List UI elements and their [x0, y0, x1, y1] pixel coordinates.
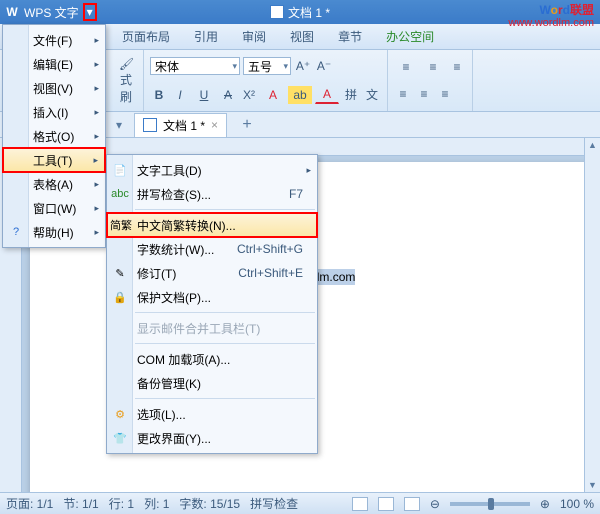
- watermark-url: www.wordlm.com: [508, 17, 594, 29]
- menu-help[interactable]: ?帮助(H)▸: [3, 220, 105, 244]
- tab-workspace[interactable]: 办公空间: [374, 24, 446, 49]
- close-tab-button[interactable]: ×: [211, 118, 218, 132]
- lock-icon: 🔒: [112, 289, 128, 305]
- ime-button[interactable]: 拼: [342, 86, 360, 104]
- font-color-button[interactable]: A: [315, 86, 339, 104]
- document-icon: [270, 5, 284, 19]
- menu-skin[interactable]: 👕更改界面(Y)...: [107, 426, 317, 450]
- tab-nav-button[interactable]: ▾: [110, 116, 128, 134]
- view-print-button[interactable]: [352, 497, 368, 511]
- help-icon: ?: [8, 224, 24, 240]
- zoom-level[interactable]: 100 %: [560, 497, 594, 511]
- document-title: 文档 1 *: [270, 4, 330, 21]
- status-col: 列: 1: [144, 495, 169, 512]
- tab-review[interactable]: 审阅: [230, 24, 278, 49]
- status-page: 页面: 1/1: [6, 495, 53, 512]
- vertical-scrollbar[interactable]: [584, 138, 600, 492]
- menu-tools[interactable]: 工具(T)▸: [3, 148, 105, 172]
- revision-icon: ✎: [112, 265, 128, 281]
- tab-chapter[interactable]: 章节: [326, 24, 374, 49]
- main-menu: 文件(F)▸ 编辑(E)▸ 视图(V)▸ 插入(I)▸ 格式(O)▸ 工具(T)…: [2, 24, 106, 248]
- view-outline-button[interactable]: [404, 497, 420, 511]
- app-logo-icon: W: [4, 4, 20, 20]
- document-tab[interactable]: 文档 1 * ×: [134, 113, 227, 137]
- menu-separator: [135, 398, 315, 399]
- menu-window[interactable]: 窗口(W)▸: [3, 196, 105, 220]
- chinese-convert-icon: 简繁: [113, 217, 129, 233]
- text-tools-icon: 📄: [112, 162, 128, 178]
- align-left-button[interactable]: ≡: [394, 85, 412, 103]
- menu-protect[interactable]: 🔒保护文档(P)...: [107, 285, 317, 309]
- menu-backup[interactable]: 备份管理(K): [107, 371, 317, 395]
- bullets-button[interactable]: ≡: [394, 58, 418, 76]
- align-right-button[interactable]: ≡: [436, 85, 454, 103]
- skin-icon: 👕: [112, 430, 128, 446]
- spellcheck-icon: abc: [112, 186, 128, 202]
- menu-com-addins[interactable]: COM 加载项(A)...: [107, 347, 317, 371]
- zoom-out-button[interactable]: ⊖: [430, 497, 440, 511]
- tab-reference[interactable]: 引用: [182, 24, 230, 49]
- italic-button[interactable]: I: [171, 86, 189, 104]
- tools-submenu: 📄文字工具(D)▸ abc拼写检查(S)...F7 简繁中文简繁转换(N)...…: [106, 154, 318, 454]
- status-words: 字数: 15/15: [179, 495, 240, 512]
- brush-icon: 🖌: [119, 57, 134, 71]
- superscript-button[interactable]: X²: [240, 86, 258, 104]
- tab-layout[interactable]: 页面布局: [110, 24, 182, 49]
- font-family-combo[interactable]: 宋体: [150, 57, 240, 75]
- menu-separator: [135, 343, 315, 344]
- menu-table[interactable]: 表格(A)▸: [3, 172, 105, 196]
- menu-mailmerge: 显示邮件合并工具栏(T): [107, 316, 317, 340]
- document-icon: [143, 118, 157, 132]
- status-section: 节: 1/1: [63, 495, 98, 512]
- menu-file[interactable]: 文件(F)▸: [3, 28, 105, 52]
- menu-chinese-convert[interactable]: 简繁中文简繁转换(N)...: [107, 213, 317, 237]
- highlight-button[interactable]: ab: [288, 86, 312, 104]
- menu-text-tools[interactable]: 📄文字工具(D)▸: [107, 158, 317, 182]
- indent-dec-button[interactable]: ≡: [448, 58, 466, 76]
- menu-separator: [135, 209, 315, 210]
- menu-separator: [135, 312, 315, 313]
- text-effect-button[interactable]: A: [261, 86, 285, 104]
- ext-button[interactable]: 文: [363, 86, 381, 104]
- strike-button[interactable]: A: [219, 86, 237, 104]
- menu-revision[interactable]: ✎修订(T)Ctrl+Shift+E: [107, 261, 317, 285]
- menu-format[interactable]: 格式(O)▸: [3, 124, 105, 148]
- grow-font-button[interactable]: A⁺: [294, 57, 312, 75]
- zoom-slider[interactable]: [450, 502, 530, 506]
- classic-menu-toggle[interactable]: ▾: [83, 3, 97, 21]
- menu-insert[interactable]: 插入(I)▸: [3, 100, 105, 124]
- status-bar: 页面: 1/1 节: 1/1 行: 1 列: 1 字数: 15/15 拼写检查 …: [0, 492, 600, 514]
- format-painter-button[interactable]: 🖌 式刷: [116, 55, 137, 107]
- align-center-button[interactable]: ≡: [415, 85, 433, 103]
- watermark: Word联盟 www.wordlm.com: [508, 2, 594, 29]
- view-web-button[interactable]: [378, 497, 394, 511]
- status-row: 行: 1: [109, 495, 134, 512]
- menu-spellcheck[interactable]: abc拼写检查(S)...F7: [107, 182, 317, 206]
- zoom-in-button[interactable]: ⊕: [540, 497, 550, 511]
- gear-icon: ⚙: [112, 406, 128, 422]
- app-name: WPS 文字: [24, 4, 79, 21]
- title-bar: W WPS 文字 ▾ 文档 1 * Word联盟 www.wordlm.com: [0, 0, 600, 24]
- status-spell[interactable]: 拼写检查: [250, 495, 298, 512]
- numbering-button[interactable]: ≡: [421, 58, 445, 76]
- menu-wordcount[interactable]: 字数统计(W)...Ctrl+Shift+G: [107, 237, 317, 261]
- new-tab-button[interactable]: +: [237, 116, 257, 134]
- tab-view[interactable]: 视图: [278, 24, 326, 49]
- menu-edit[interactable]: 编辑(E)▸: [3, 52, 105, 76]
- document-tab-label: 文档 1 *: [163, 117, 205, 134]
- document-name: 文档 1 *: [288, 4, 330, 21]
- underline-button[interactable]: U: [192, 86, 216, 104]
- font-size-combo[interactable]: 五号: [243, 57, 291, 75]
- menu-options[interactable]: ⚙选项(L)...: [107, 402, 317, 426]
- bold-button[interactable]: B: [150, 86, 168, 104]
- shrink-font-button[interactable]: A⁻: [315, 57, 333, 75]
- menu-view[interactable]: 视图(V)▸: [3, 76, 105, 100]
